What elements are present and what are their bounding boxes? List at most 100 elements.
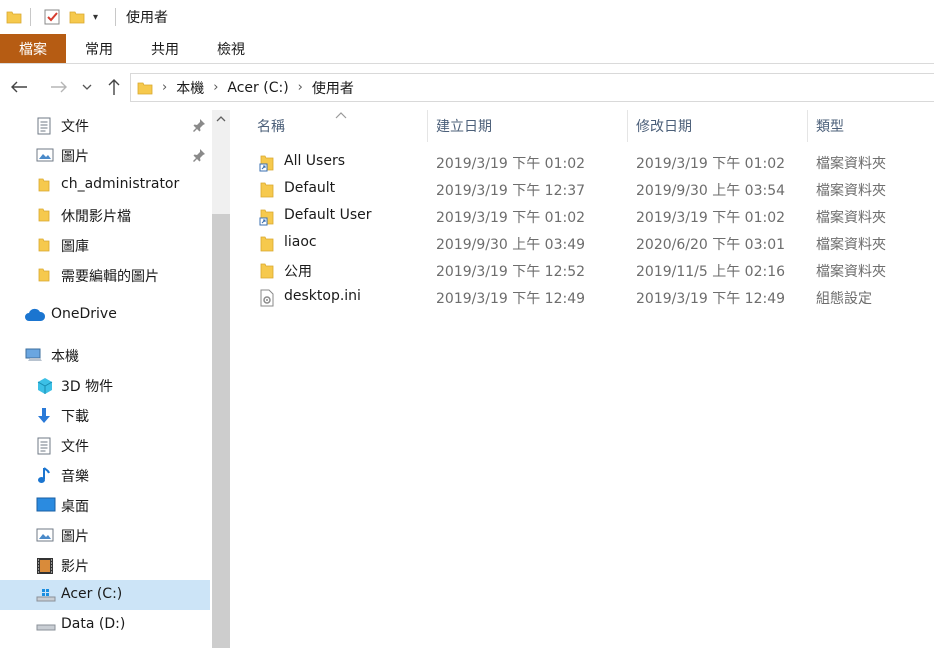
nav-item-drive-d[interactable]: Data (D:) — [0, 610, 210, 640]
pictures-icon — [36, 527, 54, 543]
nav-item-label: ch_administrator — [61, 176, 180, 192]
nav-item-documents-pc[interactable]: 文件 — [0, 430, 210, 460]
nav-item-label: OneDrive — [51, 306, 117, 322]
nav-item-label: Acer (C:) — [61, 586, 123, 602]
settings-file-icon — [258, 289, 276, 307]
chevron-right-icon[interactable]: › — [298, 80, 303, 95]
breadcrumb-users[interactable]: 使用者 — [312, 78, 354, 98]
chevron-up-icon — [216, 116, 226, 122]
music-icon — [36, 467, 54, 483]
title-bar: ▾ 使用者 — [0, 0, 934, 34]
new-folder-icon[interactable] — [69, 9, 85, 25]
column-header-label: 類型 — [816, 119, 844, 135]
nav-item-pictures[interactable]: 圖片 — [0, 140, 210, 170]
document-icon — [36, 117, 54, 135]
column-header-label: 建立日期 — [436, 119, 492, 135]
up-button[interactable] — [102, 73, 126, 101]
column-header-label: 名稱 — [257, 119, 285, 135]
file-name: Default User — [284, 207, 372, 223]
table-row[interactable]: All Users 2019/3/19 下午 01:02 2019/3/19 下… — [252, 149, 934, 176]
document-icon — [36, 437, 54, 455]
nav-item-label: 文件 — [61, 119, 89, 135]
nav-item-images-to-edit[interactable]: 需要編輯的圖片 — [0, 260, 210, 290]
toolbar-separator — [115, 8, 116, 26]
table-row[interactable]: liaoc 2019/9/30 上午 03:49 2020/6/20 下午 03… — [252, 230, 934, 257]
ribbon-tabs: 檔案 常用 共用 檢視 — [0, 34, 934, 64]
file-name: desktop.ini — [284, 288, 361, 304]
nav-item-label: 圖片 — [61, 529, 89, 545]
file-created: 2019/3/19 下午 12:52 — [436, 264, 586, 280]
scrollbar-thumb[interactable] — [212, 214, 230, 648]
arrow-right-icon — [51, 81, 67, 93]
nav-item-music[interactable]: 音樂 — [0, 460, 210, 490]
nav-item-label: 3D 物件 — [61, 379, 114, 395]
column-header-type[interactable]: 類型 — [816, 110, 926, 142]
file-created: 2019/3/19 下午 12:37 — [436, 183, 586, 199]
file-type: 檔案資料夾 — [816, 264, 886, 280]
folder-icon — [36, 177, 54, 193]
nav-item-desktop[interactable]: 桌面 — [0, 490, 210, 520]
nav-item-pictures-pc[interactable]: 圖片 — [0, 520, 210, 550]
file-type: 檔案資料夾 — [816, 210, 886, 226]
toolbar-separator — [30, 8, 31, 26]
table-row[interactable]: Default 2019/3/19 下午 12:37 2019/9/30 上午 … — [252, 176, 934, 203]
table-row[interactable]: desktop.ini 2019/3/19 下午 12:49 2019/3/19… — [252, 284, 934, 311]
file-name: All Users — [284, 153, 346, 169]
nav-item-label: 圖庫 — [61, 239, 89, 255]
nav-item-gallery[interactable]: 圖庫 — [0, 230, 210, 260]
back-button[interactable] — [7, 73, 31, 101]
nav-item-onedrive[interactable]: OneDrive — [0, 300, 210, 330]
nav-item-label: 本機 — [51, 349, 79, 365]
breadcrumb-drive-c[interactable]: Acer (C:) — [227, 80, 288, 96]
column-header-created[interactable]: 建立日期 — [436, 110, 626, 142]
column-divider[interactable] — [627, 110, 628, 142]
column-header-modified[interactable]: 修改日期 — [636, 110, 806, 142]
forward-button[interactable] — [47, 73, 71, 101]
nav-item-this-pc[interactable]: 本機 — [0, 340, 210, 370]
file-modified: 2019/9/30 上午 03:54 — [636, 183, 786, 199]
recent-locations-button[interactable] — [77, 73, 97, 101]
customize-toolbar-dropdown-icon[interactable]: ▾ — [93, 12, 107, 23]
nav-item-label: Data (D:) — [61, 616, 126, 632]
tab-share[interactable]: 共用 — [132, 34, 198, 63]
navigation-scrollbar[interactable] — [212, 110, 230, 648]
nav-item-label: 休閒影片檔 — [61, 209, 131, 225]
file-type: 檔案資料夾 — [816, 237, 886, 253]
nav-item-drive-c[interactable]: Acer (C:) — [0, 580, 210, 610]
arrow-left-icon — [11, 81, 27, 93]
breadcrumb-this-pc[interactable]: 本機 — [176, 78, 204, 98]
navigation-pane: 文件 圖片 ch_administrator 休閒影片檔 圖庫 需要編輯的圖片 … — [0, 110, 212, 648]
nav-item-videos[interactable]: 影片 — [0, 550, 210, 580]
tab-home[interactable]: 常用 — [66, 34, 132, 63]
nav-item-label: 下載 — [61, 409, 89, 425]
address-bar[interactable]: › 本機 › Acer (C:) › 使用者 — [130, 73, 934, 102]
table-row[interactable]: 公用 2019/3/19 下午 12:52 2019/11/5 上午 02:16… — [252, 257, 934, 284]
chevron-right-icon[interactable]: › — [213, 80, 218, 95]
chevron-down-icon — [82, 84, 92, 90]
file-modified: 2019/3/19 下午 01:02 — [636, 156, 786, 172]
column-divider[interactable] — [427, 110, 428, 142]
chevron-right-icon[interactable]: › — [162, 80, 167, 95]
properties-icon[interactable] — [43, 8, 61, 26]
tab-file[interactable]: 檔案 — [0, 34, 66, 63]
nav-item-3d-objects[interactable]: 3D 物件 — [0, 370, 210, 400]
file-list: 名稱 建立日期 修改日期 類型 All Users 2019/3/19 下午 0… — [230, 110, 934, 648]
folder-shortcut-icon — [258, 154, 276, 172]
tab-view[interactable]: 檢視 — [198, 34, 264, 63]
desktop-icon — [36, 497, 56, 513]
nav-item-ch-administrator[interactable]: ch_administrator — [0, 170, 210, 200]
cloud-icon — [24, 307, 46, 323]
file-type: 組態設定 — [816, 291, 872, 307]
column-divider[interactable] — [807, 110, 808, 142]
windows-drive-icon — [36, 587, 56, 603]
nav-item-documents[interactable]: 文件 — [0, 110, 210, 140]
file-name: liaoc — [284, 234, 317, 250]
nav-item-downloads[interactable]: 下載 — [0, 400, 210, 430]
folder-icon — [6, 9, 22, 25]
table-row[interactable]: Default User 2019/3/19 下午 01:02 2019/3/1… — [252, 203, 934, 230]
scroll-up-button[interactable] — [212, 110, 230, 128]
file-type: 檔案資料夾 — [816, 183, 886, 199]
folder-icon — [258, 235, 276, 252]
nav-item-leisure-videos[interactable]: 休閒影片檔 — [0, 200, 210, 230]
nav-item-label: 桌面 — [61, 499, 89, 515]
